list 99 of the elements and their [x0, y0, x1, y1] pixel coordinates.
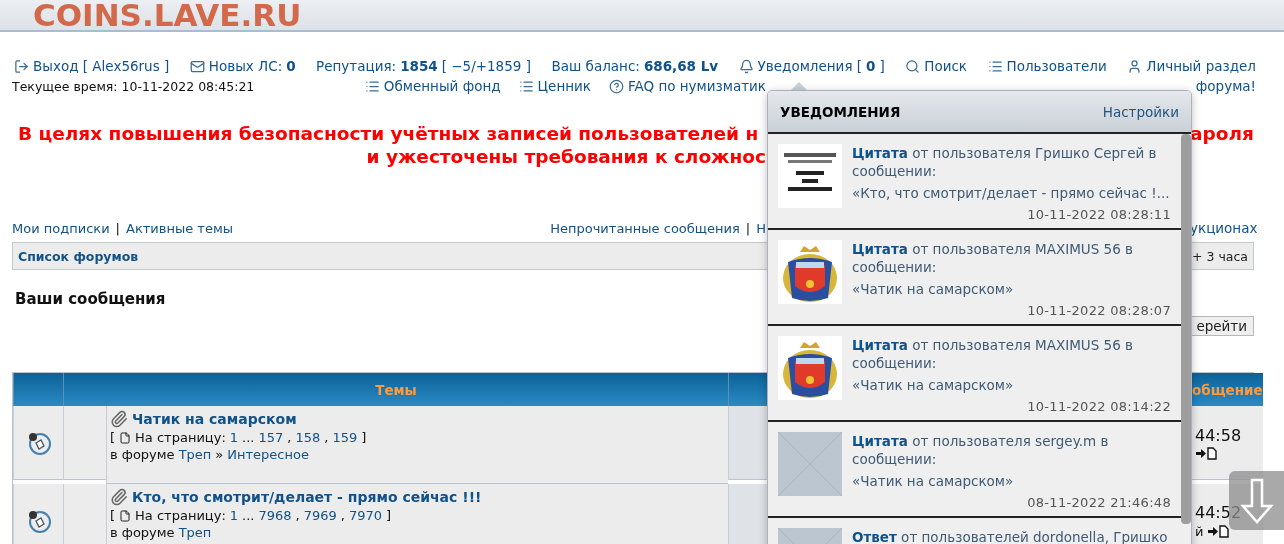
notification-item[interactable]: Цитата от пользователя sergey.m в сообщении: «Чатик на самарском» 08-11-2022 21:46:48 — [768, 422, 1181, 518]
pages-label: На страницу: — [135, 508, 226, 523]
page-separator: ... — [242, 508, 255, 523]
logout-icon — [14, 58, 29, 74]
user-bar-link[interactable]: Выход [ Alex56rus ] — [33, 58, 170, 74]
table-header: общение — [1191, 373, 1263, 406]
page-separator: , — [324, 430, 329, 445]
go-to-post-icon[interactable] — [1195, 446, 1217, 460]
forum-label: в форуме — [110, 447, 175, 462]
security-notice: и ужесточены требования к сложнос — [366, 145, 766, 168]
user-bar-link[interactable]: Пользователи — [1006, 58, 1107, 74]
security-notice: В целях повышения безопасности учётных записей пользователей н — [18, 122, 759, 145]
forum-list-link[interactable]: Список форумов — [18, 248, 139, 264]
last-post-time: 44:52 — [1195, 502, 1242, 522]
notification-text: Цитата от пользователя Гришко Сергей в сообщении: — [852, 144, 1158, 180]
page-link[interactable]: 159 — [332, 430, 358, 445]
user-bar-link[interactable]: Поиск — [924, 58, 967, 74]
page-link[interactable]: 158 — [295, 430, 321, 445]
notification-text: Цитата от пользователя MAXIMUS 56 в сообщении: — [852, 336, 1135, 372]
page-link[interactable]: 157 — [258, 430, 284, 445]
forum-separator: » — [215, 447, 224, 462]
go-to-post-icon[interactable] — [1207, 524, 1230, 538]
table-header — [13, 373, 63, 406]
security-notice: ароля — [1190, 122, 1254, 145]
nav-link[interactable]: Мои подписки — [12, 220, 110, 236]
forum-label: в форуме — [110, 525, 175, 540]
notification-quote: «Чатик на самарском» — [852, 376, 1015, 394]
forum-link[interactable]: Треп — [178, 525, 212, 540]
current-time: Текущее время: 10-11-2022 08:45:21 — [12, 78, 255, 94]
notification-item[interactable]: Ответ от пользователей dordonella, Гришко — [768, 518, 1181, 544]
page-link[interactable]: 7968 — [258, 508, 292, 523]
list-icon — [518, 78, 534, 94]
quick-link[interactable]: Ценник — [537, 78, 591, 94]
mail-icon — [189, 58, 205, 74]
nav-separator: | — [115, 220, 120, 236]
page-separator: , — [295, 508, 300, 523]
go-button[interactable]: ерейти — [1189, 316, 1254, 336]
bracket: [ — [110, 508, 116, 523]
notification-time: 08-11-2022 21:46:48 — [1027, 494, 1171, 512]
search-icon — [905, 58, 921, 74]
help-icon — [608, 78, 624, 94]
notification-text: Ответ от пользователей dordonella, Гришко — [852, 528, 1169, 544]
popup-title: УВЕДОМЛЕНИЯ — [780, 103, 901, 120]
user-bar-link[interactable]: Новых ЛС: 0 — [208, 58, 296, 74]
user-bar-link[interactable]: Личный раздел — [1146, 58, 1256, 74]
page-link[interactable]: 7970 — [348, 508, 382, 523]
pages-label: На страницу: — [135, 430, 226, 445]
user-icon — [1127, 58, 1143, 74]
page-separator: , — [340, 508, 345, 523]
user-bar-link[interactable]: Уведомления [0] — [757, 58, 885, 74]
notification-text: Цитата от пользователя MAXIMUS 56 в сообщении: — [852, 240, 1135, 276]
quick-link[interactable]: FAQ по нумизматик — [627, 78, 766, 94]
bracket: ] — [361, 430, 367, 445]
document-icon — [119, 509, 132, 522]
notification-item[interactable]: Цитата от пользователя MAXIMUS 56 в сообщении: «Чатик на самарском» 10-11-2022 08:28:07 — [768, 230, 1181, 326]
quick-link[interactable]: форума! — [1195, 78, 1256, 94]
page-link[interactable]: 1 — [229, 508, 239, 523]
page-link[interactable]: 7969 — [303, 508, 337, 523]
notification-time: 10-11-2022 08:28:07 — [1027, 302, 1171, 320]
topic-link[interactable]: Чатик на самарском — [132, 411, 297, 427]
document-icon — [119, 431, 132, 444]
notification-item[interactable]: Цитата от пользователя Гришко Сергей в сообщении: «Кто, что смотрит/делает - прямо сейчас !... 10-11-2022 08:28:11 — [768, 134, 1181, 230]
site-logo: COINS.LAVE.RU — [33, 0, 303, 30]
topic-link[interactable]: Кто, что смотрит/делает - прямо сейчас !!! — [132, 489, 482, 505]
page-separator: ... — [242, 430, 255, 445]
image-placeholder — [778, 432, 842, 496]
list-icon — [987, 58, 1003, 74]
notification-item[interactable]: Цитата от пользователя MAXIMUS 56 в сообщении: «Чатик на самарском» 10-11-2022 08:14:22 — [768, 326, 1181, 422]
page-link[interactable]: 1 — [229, 430, 239, 445]
nav-link[interactable]: Н — [756, 220, 766, 236]
notification-quote: «Кто, что смотрит/делает - прямо сейчас !... — [852, 184, 1171, 202]
settings-link[interactable]: Настройки — [1102, 103, 1179, 120]
paperclip-icon — [110, 488, 128, 506]
notification-text: Цитата от пользователя sergey.m в сообщении: — [852, 432, 1110, 468]
user-bar-link[interactable]: Ваш баланс: 686,68 Lv — [551, 58, 719, 74]
table-header: Темы — [63, 373, 728, 406]
notification-time: 10-11-2022 08:28:11 — [1027, 206, 1171, 224]
page-separator: , — [287, 430, 292, 445]
timezone-label: + 3 часа — [1192, 248, 1248, 264]
user-bar-link[interactable]: Репутация: 1854 [ −5/+1859 ] — [316, 58, 531, 74]
bell-icon — [738, 58, 754, 74]
nav-link[interactable]: укционах — [1190, 220, 1258, 236]
nav-link[interactable]: Непрочитанные сообщения — [550, 220, 740, 236]
quick-link[interactable]: Обменный фонд — [383, 78, 501, 94]
forum-link[interactable]: Треп — [178, 447, 212, 462]
bracket: ] — [386, 508, 392, 523]
page-title: Ваши сообщения — [15, 290, 166, 308]
nav-link[interactable]: Активные темы — [126, 220, 233, 236]
bracket: [ — [110, 430, 116, 445]
nav-separator: | — [745, 220, 751, 236]
notification-quote: «Чатик на самарском» — [852, 280, 1015, 298]
notification-quote: «Чатик на самарском» — [852, 472, 1015, 490]
last-post-author: й — [1195, 523, 1204, 539]
notification-time: 10-11-2022 08:14:22 — [1027, 398, 1171, 416]
forum-link[interactable]: Интересное — [227, 447, 309, 462]
paperclip-icon — [110, 410, 128, 428]
scrollbar[interactable] — [1181, 134, 1191, 524]
last-post-time: 44:58 — [1195, 425, 1242, 445]
list-icon — [364, 78, 380, 94]
